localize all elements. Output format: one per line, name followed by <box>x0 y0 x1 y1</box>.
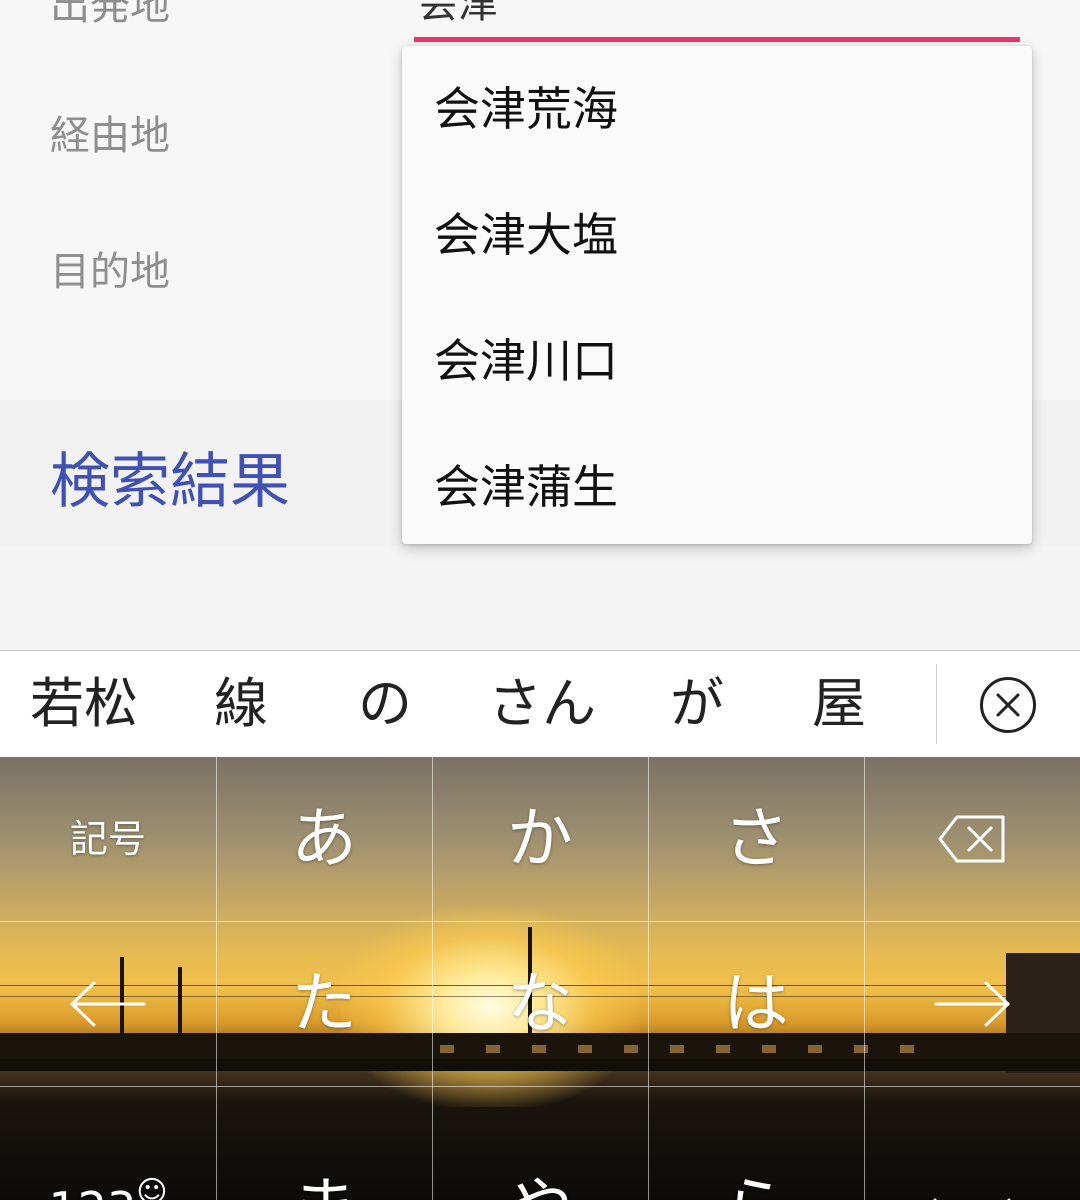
key-label: ま <box>291 1176 357 1200</box>
key-label: た <box>291 965 357 1042</box>
arrow-right-icon <box>934 981 1010 1027</box>
candidate-word[interactable]: の <box>358 677 412 731</box>
key-label: さ <box>723 800 789 877</box>
results-area <box>0 546 1080 650</box>
key-label: あ <box>291 800 357 877</box>
key-ha-row[interactable]: は <box>648 922 864 1086</box>
ime-candidate-bar: 若松 線 の さん が 屋 <box>0 650 1080 758</box>
arrow-left-icon <box>70 981 146 1027</box>
via-label: 経由地 <box>50 113 170 159</box>
key-ra-row[interactable]: ら <box>648 1087 864 1200</box>
key-ta-row[interactable]: た <box>216 922 432 1086</box>
candidate-divider <box>936 664 937 744</box>
key-cursor-left[interactable] <box>0 922 216 1086</box>
key-ma-row[interactable]: ま <box>216 1087 432 1200</box>
origin-input-underline <box>414 37 1020 42</box>
flick-keyboard: 記号 あ か さ た な は 123☺ <box>0 757 1080 1200</box>
emoji-icon: ☺ <box>136 1175 168 1200</box>
key-cursor-right[interactable] <box>864 922 1080 1086</box>
destination-label: 目的地 <box>50 249 170 295</box>
key-label: や <box>507 1176 573 1200</box>
suggestion-item[interactable]: 会津荒海 <box>434 86 618 132</box>
key-label: な <box>507 965 573 1042</box>
origin-input[interactable]: 会津 <box>418 0 498 24</box>
suggestion-item[interactable]: 会津川口 <box>434 338 618 384</box>
backspace-icon <box>938 815 1005 863</box>
station-suggestions-dropdown: 会津荒海 会津大塩 会津川口 会津蒲生 <box>402 46 1032 544</box>
candidate-word[interactable]: が <box>670 677 724 731</box>
suggestion-item[interactable]: 会津大塩 <box>434 212 618 258</box>
key-label: は <box>723 965 789 1042</box>
key-label: ら <box>723 1176 789 1200</box>
candidate-word[interactable]: 若松 <box>30 677 138 731</box>
candidate-word[interactable]: さん <box>488 677 596 731</box>
key-sa-row[interactable]: さ <box>648 757 864 921</box>
key-space[interactable] <box>864 1087 1080 1200</box>
candidate-word[interactable]: 線 <box>214 677 268 731</box>
key-numbers-label: 123☺ <box>48 1178 167 1200</box>
key-symbols-label: 記号 <box>69 817 146 861</box>
circle-x-icon[interactable] <box>978 675 1038 735</box>
key-a-row[interactable]: あ <box>216 757 432 921</box>
key-symbols[interactable]: 記号 <box>0 757 216 921</box>
suggestion-item[interactable]: 会津蒲生 <box>434 464 618 510</box>
candidate-word[interactable]: 屋 <box>812 677 866 731</box>
key-numbers[interactable]: 123☺ <box>0 1087 216 1200</box>
key-na-row[interactable]: な <box>432 922 648 1086</box>
key-ya-row[interactable]: や <box>432 1087 648 1200</box>
key-ka-row[interactable]: か <box>432 757 648 921</box>
results-title: 検索結果 <box>50 447 290 517</box>
numbers-text: 123 <box>48 1182 136 1200</box>
origin-label: 出発地 <box>50 0 170 29</box>
key-label: か <box>507 800 573 877</box>
key-backspace[interactable] <box>864 757 1080 921</box>
